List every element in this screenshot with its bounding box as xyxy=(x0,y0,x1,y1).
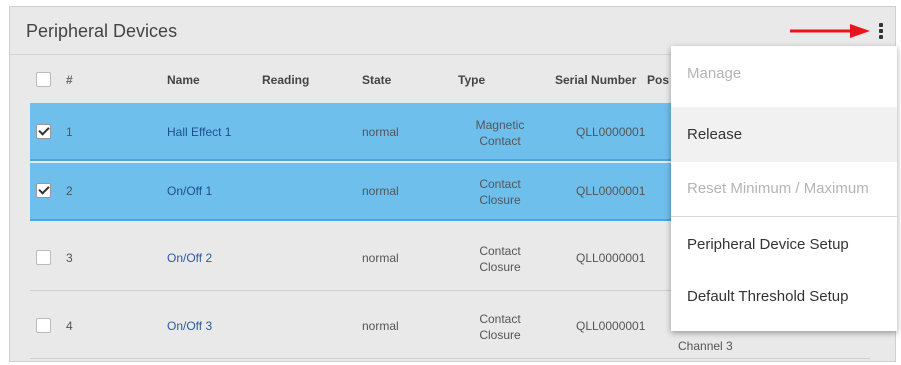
device-state: normal xyxy=(362,184,399,198)
column-header-state[interactable]: State xyxy=(362,73,391,87)
device-name-link[interactable]: On/Off 2 xyxy=(167,251,212,265)
device-type: Contact Closure xyxy=(460,311,540,343)
device-type-line1: Contact xyxy=(479,312,521,326)
column-header-name[interactable]: Name xyxy=(167,73,200,87)
menu-item-peripheral-device-setup[interactable]: Peripheral Device Setup xyxy=(671,217,897,272)
device-type-line2: Closure xyxy=(479,193,521,207)
menu-item-default-threshold-setup[interactable]: Default Threshold Setup xyxy=(671,269,897,324)
red-arrow-right-icon xyxy=(790,24,870,38)
device-type-line2: Closure xyxy=(479,260,521,274)
device-type-line1: Contact xyxy=(479,177,521,191)
row-number: 3 xyxy=(66,251,73,265)
device-state: normal xyxy=(362,125,399,139)
device-name-link[interactable]: Hall Effect 1 xyxy=(167,125,231,139)
device-name-link[interactable]: On/Off 3 xyxy=(167,319,212,333)
column-header-type[interactable]: Type xyxy=(458,73,485,87)
device-state: normal xyxy=(362,319,399,333)
row-number: 2 xyxy=(66,184,73,198)
column-header-number: # xyxy=(66,73,73,87)
device-serial: QLL0000001 xyxy=(576,184,646,198)
device-type-line2: Contact xyxy=(479,134,521,148)
row-checkbox[interactable] xyxy=(36,318,51,333)
device-name-link[interactable]: On/Off 1 xyxy=(167,184,212,198)
row-checkbox[interactable] xyxy=(36,250,51,265)
column-header-reading[interactable]: Reading xyxy=(262,73,309,87)
device-state: normal xyxy=(362,251,399,265)
row-number: 1 xyxy=(66,125,73,139)
device-type: Contact Closure xyxy=(460,243,540,275)
device-type-line2: Closure xyxy=(479,328,521,342)
column-header-position[interactable]: Pos xyxy=(647,73,669,87)
actions-dropdown-menu: Manage Release Reset Minimum / Maximum P… xyxy=(671,46,897,331)
device-type: Magnetic Contact xyxy=(460,117,540,149)
menu-item-reset-min-max[interactable]: Reset Minimum / Maximum xyxy=(671,161,897,216)
device-type-line1: Magnetic xyxy=(475,118,525,132)
menu-item-release[interactable]: Release xyxy=(671,107,897,162)
device-serial: QLL0000001 xyxy=(576,125,646,139)
menu-item-manage[interactable]: Manage xyxy=(671,46,897,101)
row-number: 4 xyxy=(66,319,73,333)
device-serial: QLL0000001 xyxy=(576,319,646,333)
device-serial: QLL0000001 xyxy=(576,251,646,265)
device-type-line1: Contact xyxy=(479,244,521,258)
row-checkbox[interactable] xyxy=(36,183,51,198)
row-checkbox[interactable] xyxy=(36,124,51,139)
device-channel: Channel 3 xyxy=(678,339,733,353)
column-header-serial-number[interactable]: Serial Number xyxy=(555,73,636,87)
kebab-vertical-icon[interactable] xyxy=(874,19,888,43)
device-type: Contact Closure xyxy=(460,176,540,208)
panel-title: Peripheral Devices xyxy=(26,21,178,41)
select-all-checkbox[interactable] xyxy=(36,72,51,87)
